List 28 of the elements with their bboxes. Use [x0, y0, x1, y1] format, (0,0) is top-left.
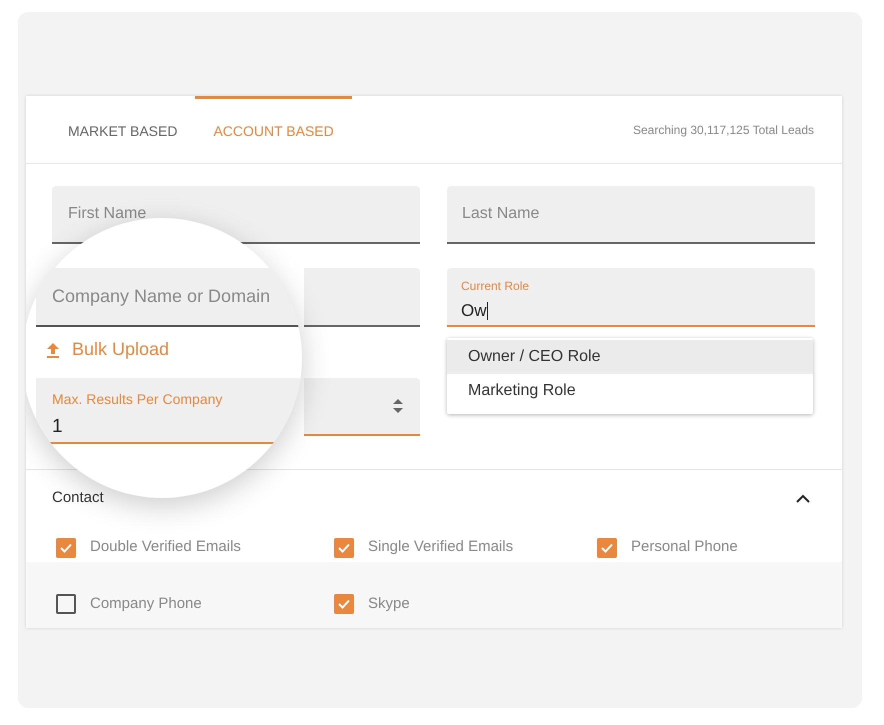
field-value: Ow [461, 300, 486, 322]
last-name-field[interactable]: Last Name [447, 186, 815, 244]
checkbox-label: Single Verified Emails [368, 537, 514, 558]
checkbox-label: Personal Phone [631, 537, 738, 558]
upload-icon [46, 342, 60, 358]
checkbox[interactable] [597, 538, 617, 558]
field-value: 1 [52, 415, 64, 439]
checkbox-label: Skype [368, 594, 410, 614]
collapse-toggle[interactable] [796, 494, 810, 504]
tab[interactable]: MARKET BASED [50, 96, 196, 163]
checkbox-label: Double Verified Emails [90, 537, 241, 558]
spinner-icon[interactable] [392, 396, 404, 416]
text-cursor [486, 302, 488, 320]
max-results-field[interactable]: Max. Results Per Company 1 [36, 378, 302, 444]
suggestion-item[interactable]: Marketing Role [447, 374, 813, 408]
current-role-field[interactable]: Current Role Ow [447, 268, 815, 327]
checkbox[interactable] [334, 538, 354, 558]
field-label: Max. Results Per Company [52, 390, 224, 409]
checkbox[interactable] [334, 594, 354, 614]
checkbox[interactable] [56, 538, 76, 558]
field-label: Current Role [461, 278, 530, 295]
chevron-icon [796, 494, 810, 504]
section-title: Contact [52, 488, 104, 508]
lead-count: Searching 30,117,125 Total Leads [632, 122, 814, 138]
checkbox[interactable] [56, 594, 76, 614]
suggestion-item[interactable]: Owner / CEO Role [447, 340, 813, 374]
checkbox-label: Company Phone [90, 594, 202, 614]
check-icon [337, 597, 351, 611]
